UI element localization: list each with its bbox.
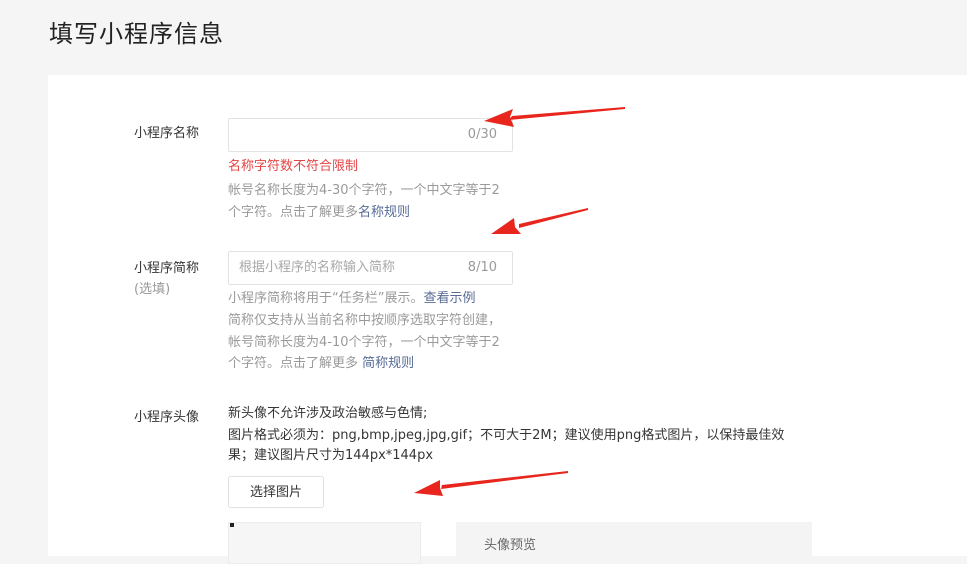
name-help-line2: 个字符。点击了解更多名称规则	[228, 202, 410, 224]
name-rules-link[interactable]: 名称规则	[358, 205, 410, 220]
cursor-marker	[230, 523, 234, 527]
view-example-link[interactable]: 查看示例	[423, 291, 475, 306]
name-input[interactable]: 0/30	[228, 118, 513, 152]
name-help-text: 个字符。点击了解更多	[228, 205, 359, 220]
short-name-help-line3: 帐号简称长度为4-10个字符，一个中文字等于2	[228, 335, 500, 350]
short-name-help-text2: 个字符。点击了解更多	[228, 356, 363, 371]
avatar-upload-area[interactable]	[228, 522, 421, 564]
short-name-help-line1: 小程序简称将用于“任务栏”展示。查看示例	[228, 288, 476, 310]
form-card: 小程序名称 0/30 名称字符数不符合限制 帐号名称长度为4-30个字符，一个中…	[48, 75, 967, 564]
short-name-rules-link[interactable]: 简称规则	[362, 356, 414, 371]
short-name-placeholder: 根据小程序的名称输入简称	[239, 260, 396, 275]
short-name-label: 小程序简称	[134, 261, 200, 276]
page-title: 填写小程序信息	[49, 20, 224, 48]
avatar-label: 小程序头像	[134, 410, 200, 425]
name-error: 名称字符数不符合限制	[228, 159, 359, 174]
select-image-button[interactable]: 选择图片	[228, 476, 324, 508]
short-name-help-line2: 简称仅支持从当前名称中按顺序选取字符创建，	[228, 313, 502, 328]
short-name-optional: (选填)	[134, 282, 171, 297]
short-name-counter: 8/10	[467, 260, 497, 275]
short-name-help-text: 小程序简称将用于“任务栏”展示。	[228, 291, 424, 306]
avatar-desc-line3: 果；建议图片尺寸为144px*144px	[228, 448, 434, 463]
avatar-preview-label: 头像预览	[484, 538, 537, 553]
name-counter: 0/30	[467, 127, 497, 142]
name-help-line1: 帐号名称长度为4-30个字符，一个中文字等于2	[228, 183, 500, 198]
short-name-input[interactable]: 根据小程序的名称输入简称 8/10	[228, 251, 513, 285]
avatar-desc-line2: 图片格式必须为：png,bmp,jpeg,jpg,gif；不可大于2M；建议使用…	[228, 428, 785, 443]
name-label: 小程序名称	[134, 126, 200, 141]
short-name-help-line4: 个字符。点击了解更多 简称规则	[228, 353, 414, 375]
avatar-desc-line1: 新头像不允许涉及政治敏感与色情;	[228, 406, 428, 421]
avatar-preview: 头像预览	[456, 522, 812, 562]
